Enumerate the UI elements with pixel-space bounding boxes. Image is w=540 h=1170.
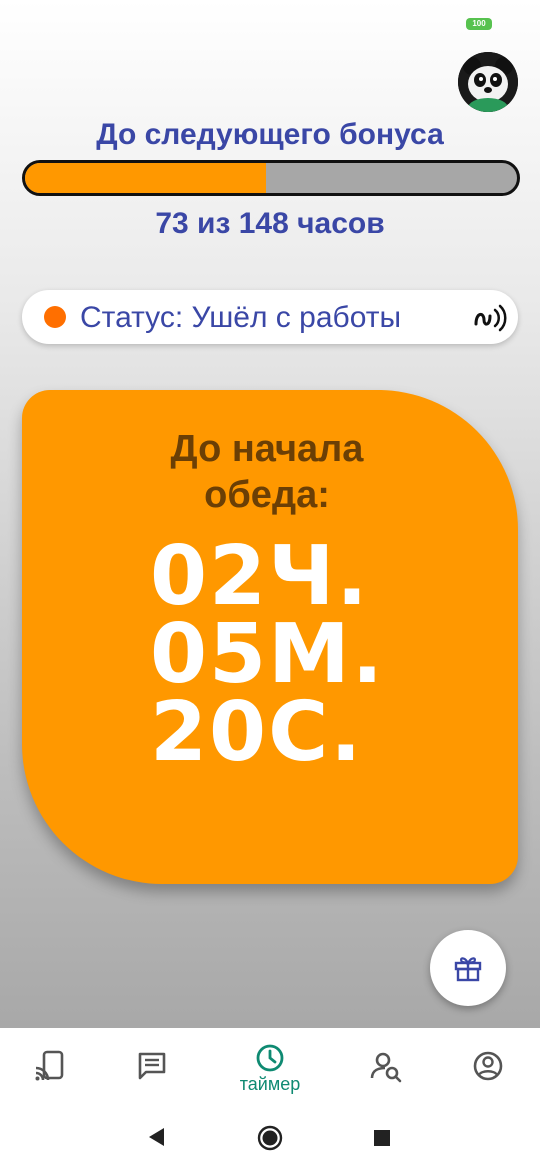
countdown-hours: 02Ч. [150, 529, 370, 624]
recents-icon[interactable] [373, 1129, 391, 1147]
panda-avatar-image [458, 52, 518, 112]
back-icon[interactable] [146, 1126, 166, 1148]
bonus-hours-text: 73 из 148 часов [155, 207, 385, 240]
nfc-icon [474, 304, 507, 332]
bottom-navigation: таймер [0, 1028, 540, 1112]
status-pill[interactable]: Статус: Ушёл с работы [22, 290, 518, 344]
cast-icon [35, 1050, 64, 1081]
home-icon[interactable] [256, 1124, 284, 1152]
timer-screen: 100 До следующего бонуса 73 из 148 часов… [0, 0, 540, 1028]
timer-caption-line2: обеда: [204, 474, 330, 516]
timer-caption: До начала обеда: [122, 426, 412, 518]
countdown: 02Ч. 05М. 20С. [150, 529, 385, 780]
status-label: Статус: Ушёл с работы [80, 301, 402, 334]
bonus-gift-button[interactable] [430, 930, 506, 1006]
status-dot [44, 306, 66, 328]
nav-item-timer[interactable] [250, 1038, 290, 1078]
nav-item-cast[interactable] [30, 1046, 70, 1086]
bonus-progress-bar [22, 160, 520, 196]
nav-item-chat[interactable] [132, 1046, 172, 1086]
account-circle-icon [473, 1051, 503, 1081]
lunch-timer-card: До начала обеда: 02Ч. 05М. 20С. [22, 390, 518, 884]
countdown-seconds: 20С. [150, 685, 364, 780]
gift-icon [454, 957, 482, 982]
nav-item-people-search[interactable] [366, 1046, 406, 1086]
system-navigation-bar [0, 1112, 540, 1170]
nav-label-timer: таймер [239, 1074, 301, 1094]
bonus-title: До следующего бонуса [96, 118, 444, 151]
avatar[interactable] [458, 52, 518, 112]
chat-icon [138, 1052, 166, 1080]
countdown-minutes: 05М. [150, 607, 385, 702]
timer-caption-line1: До начала [170, 428, 364, 470]
nav-item-profile[interactable] [468, 1046, 508, 1086]
clock-icon [256, 1044, 284, 1072]
bonus-progress-fill [25, 163, 267, 193]
battery-indicator: 100 [466, 18, 492, 30]
person-search-icon [370, 1052, 402, 1083]
